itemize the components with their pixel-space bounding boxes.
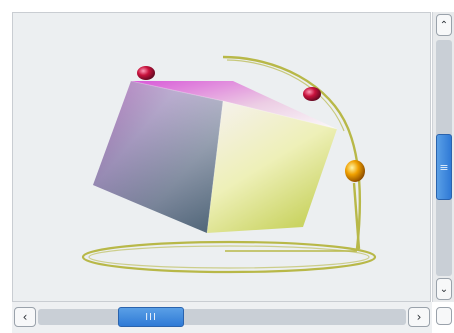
- rgb-color-cube: [93, 80, 338, 234]
- viewport[interactable]: [12, 12, 431, 302]
- sphere: [345, 160, 365, 182]
- sphere: [303, 87, 321, 101]
- scroll-down-button[interactable]: ⌄: [436, 278, 452, 300]
- chevron-right-icon: ›: [416, 310, 422, 324]
- orbit-ring: [81, 240, 377, 274]
- scroll-right-button[interactable]: ›: [408, 307, 430, 327]
- grip-icon: ≡: [439, 160, 449, 174]
- sphere: [137, 66, 155, 80]
- scroll-corner: [436, 307, 452, 325]
- horizontal-scroll-thumb[interactable]: III: [118, 307, 184, 327]
- scroll-pane: ⌃ ≡ ⌄ ‹ III ›: [0, 0, 454, 333]
- vertical-scroll-thumb[interactable]: ≡: [436, 134, 452, 200]
- grip-icon: III: [145, 311, 157, 323]
- scroll-left-button[interactable]: ‹: [14, 307, 36, 327]
- chevron-down-icon: ⌄: [439, 283, 449, 295]
- scroll-up-button[interactable]: ⌃: [436, 14, 452, 36]
- horizontal-scroll-track[interactable]: [38, 309, 406, 325]
- vertical-scrollbar[interactable]: ⌃ ≡ ⌄: [432, 12, 454, 302]
- chevron-left-icon: ‹: [22, 310, 28, 324]
- orbit-rod: [352, 182, 361, 250]
- horizontal-scrollbar[interactable]: ‹ III ›: [12, 302, 432, 333]
- 3d-scene: [81, 55, 377, 274]
- chevron-up-icon: ⌃: [439, 19, 449, 31]
